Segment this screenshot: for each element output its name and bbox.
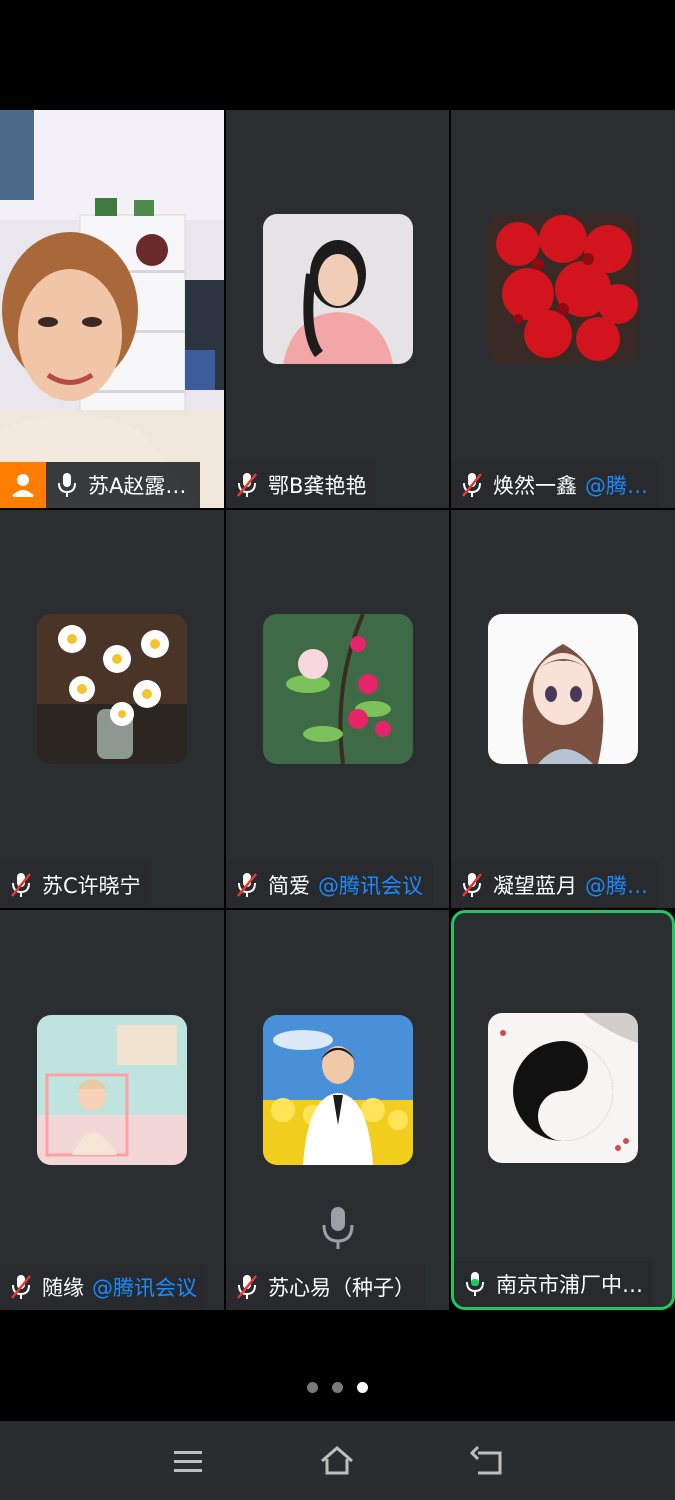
page-dot[interactable] xyxy=(332,1382,343,1393)
participant-tile[interactable]: 凝望蓝月 @腾… xyxy=(451,510,675,908)
name-bar: 简爱 @腾讯会议 xyxy=(226,862,433,908)
avatar xyxy=(488,1013,638,1163)
microphone-muted-icon xyxy=(237,473,257,497)
avatar xyxy=(262,614,413,764)
microphone-icon xyxy=(58,473,76,497)
microphone-active-icon xyxy=(466,1272,484,1296)
avatar xyxy=(37,1015,187,1165)
video-feed xyxy=(0,110,224,508)
avatar xyxy=(262,214,413,364)
page-indicator[interactable] xyxy=(0,1382,675,1393)
name-bar: 苏C许晓宁 xyxy=(0,862,151,908)
avatar xyxy=(262,1015,413,1165)
participant-name: 苏C许晓宁 xyxy=(42,874,141,898)
microphone-muted-icon xyxy=(11,1275,31,1299)
participant-tag: @腾讯会议 xyxy=(318,874,423,898)
participant-tile[interactable]: 焕然一鑫 @腾… xyxy=(451,110,675,508)
microphone-muted-icon xyxy=(237,873,257,897)
participant-tile[interactable]: 简爱 @腾讯会议 xyxy=(226,510,449,908)
participant-tile[interactable]: 随缘 @腾讯会议 xyxy=(0,910,224,1310)
participant-name: 鄂B龚艳艳 xyxy=(268,474,367,498)
participant-tag: @腾… xyxy=(585,874,648,898)
name-bar: 苏心易（种子） xyxy=(226,1264,425,1310)
participant-tile-active-speaker[interactable]: 南京市浦厂中… xyxy=(451,910,675,1310)
participant-name: 随缘 xyxy=(42,1276,84,1300)
system-navigation-bar xyxy=(0,1421,675,1500)
participant-name: 焕然一鑫 xyxy=(493,474,577,498)
participant-name: 苏A赵露… xyxy=(88,474,187,498)
microphone-muted-icon xyxy=(11,873,31,897)
name-bar: 苏A赵露… xyxy=(0,462,201,508)
menu-icon[interactable] xyxy=(170,1443,206,1479)
name-bar: 凝望蓝月 @腾… xyxy=(451,862,658,908)
participant-tile[interactable]: 鄂B龚艳艳 xyxy=(226,110,449,508)
participant-tag: @腾讯会议 xyxy=(92,1276,197,1300)
name-bar: 随缘 @腾讯会议 xyxy=(0,1264,207,1310)
avatar xyxy=(488,214,638,364)
avatar xyxy=(37,614,187,764)
participant-tile[interactable]: 苏心易（种子） xyxy=(226,910,449,1310)
page-dot-active[interactable] xyxy=(357,1382,368,1393)
host-badge-icon xyxy=(0,462,46,508)
avatar xyxy=(488,614,638,764)
home-icon[interactable] xyxy=(319,1443,355,1479)
participant-name: 南京市浦厂中… xyxy=(496,1273,643,1297)
participant-name: 凝望蓝月 xyxy=(493,874,577,898)
participant-tile[interactable]: 苏A赵露… xyxy=(0,110,224,508)
back-icon[interactable] xyxy=(470,1443,506,1479)
page-dot[interactable] xyxy=(307,1382,318,1393)
participant-name: 苏心易（种子） xyxy=(268,1276,415,1300)
name-bar: 鄂B龚艳艳 xyxy=(226,462,377,508)
video-grid: 苏A赵露… 鄂B龚艳艳 焕然一鑫 @腾… 苏C许晓宁 简爱 @腾讯会议 凝望蓝月… xyxy=(0,110,675,1310)
participant-name: 简爱 xyxy=(268,874,310,898)
name-bar: 南京市浦厂中… xyxy=(454,1261,653,1307)
microphone-muted-icon xyxy=(462,473,482,497)
microphone-muted-icon xyxy=(462,873,482,897)
participant-tag: @腾… xyxy=(585,474,648,498)
participant-tile[interactable]: 苏C许晓宁 xyxy=(0,510,224,908)
name-bar: 焕然一鑫 @腾… xyxy=(451,462,658,508)
microphone-muted-icon xyxy=(237,1275,257,1299)
microphone-icon xyxy=(322,1207,354,1249)
